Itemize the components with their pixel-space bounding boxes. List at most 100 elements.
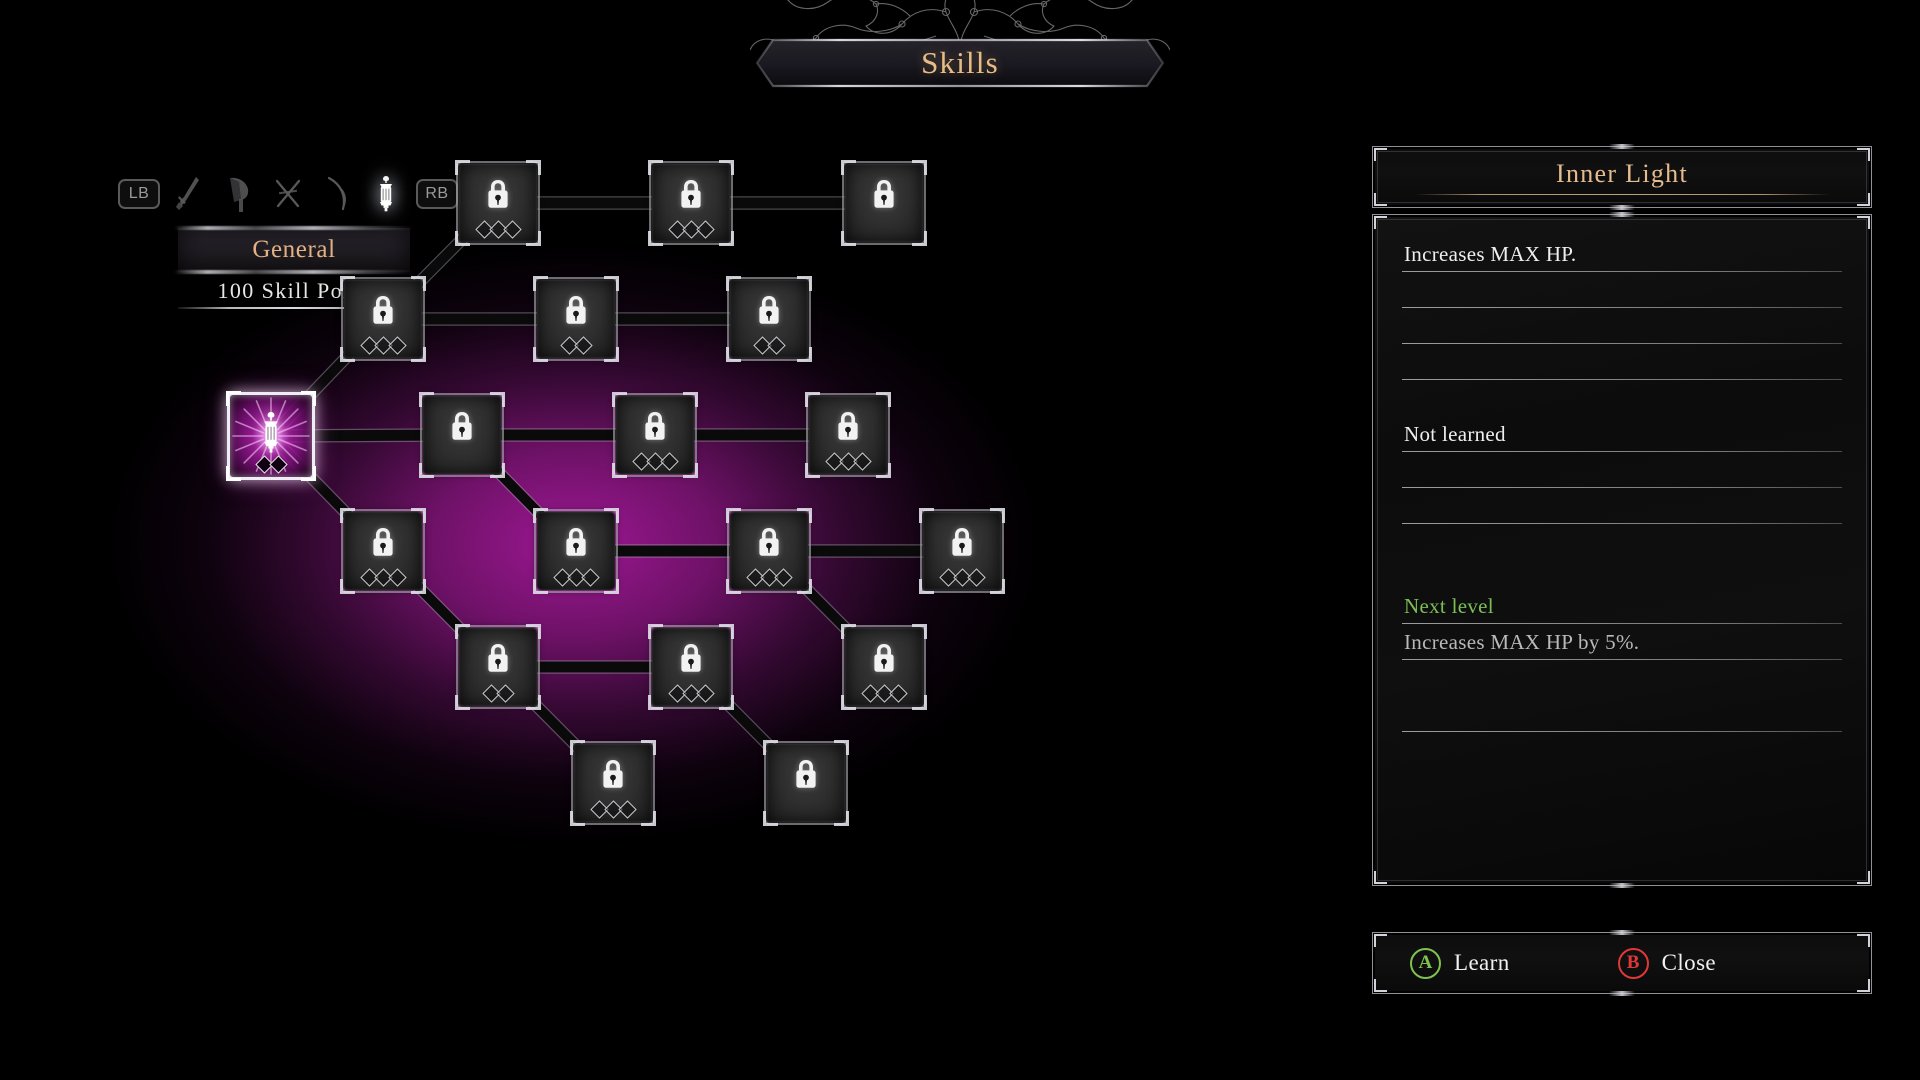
node-corner-tr (411, 276, 426, 291)
skill-node-r4c3[interactable] (726, 508, 812, 594)
skill-node-r2c1[interactable] (340, 276, 426, 362)
skill-description: Increases MAX HP. (1404, 242, 1577, 266)
skill-node-r5c2[interactable] (648, 624, 734, 710)
tier-diamond (773, 568, 793, 587)
node-corner-tr (876, 392, 891, 407)
lock-icon (600, 759, 626, 789)
node-corner-tl (648, 160, 663, 175)
skill-node-r3c2[interactable] (612, 392, 698, 478)
blank-line (1402, 696, 1842, 732)
close-button[interactable]: B Close (1617, 947, 1717, 979)
node-corner-tl (340, 276, 355, 291)
lock-icon (678, 643, 704, 673)
node-corner-br (912, 231, 927, 246)
body-panel-nub-top (1609, 212, 1635, 217)
skill-name: Inner Light (1556, 159, 1688, 188)
node-corner-br (834, 811, 849, 826)
tier-diamond (966, 568, 986, 587)
skill-node-r2c2[interactable] (533, 276, 619, 362)
node-tier-indicator (537, 336, 615, 355)
tier-diamond (573, 336, 593, 355)
next-level-effect-line: Increases MAX HP by 5%. (1402, 624, 1842, 660)
skill-node-r5c3[interactable] (841, 624, 927, 710)
tier-diamond (766, 336, 786, 355)
skill-node-r1c1[interactable] (455, 160, 541, 246)
node-tier-indicator (230, 455, 312, 474)
a-button-icon: A (1410, 947, 1441, 979)
tier-diamond (387, 336, 407, 355)
skill-node-r6c2[interactable] (763, 740, 849, 826)
b-button-icon: B (1617, 947, 1649, 979)
node-corner-br (490, 463, 505, 478)
node-corner-tl (612, 392, 627, 407)
node-tier-indicator (809, 452, 887, 471)
node-corner-tl (455, 160, 470, 175)
lock-icon (871, 643, 897, 673)
node-tier-indicator (459, 684, 537, 703)
skill-status-line: Not learned (1402, 416, 1842, 452)
learn-button[interactable]: A Learn (1410, 947, 1510, 979)
skill-name-underline (1414, 194, 1830, 195)
node-corner-tl (570, 740, 585, 755)
node-corner-tl (726, 276, 741, 291)
node-tier-indicator (616, 452, 694, 471)
node-corner-tr (526, 160, 541, 175)
close-button-label: Close (1661, 950, 1717, 975)
rule (1402, 659, 1842, 660)
node-corner-tl (763, 740, 778, 755)
node-corner-tr (719, 624, 734, 639)
lock-icon (370, 527, 396, 557)
node-corner-tl (455, 624, 470, 639)
next-level-line: Next level (1402, 588, 1842, 624)
tier-diamond (387, 568, 407, 587)
node-tier-indicator (730, 336, 808, 355)
lock-icon (756, 527, 782, 557)
lock-icon (871, 179, 897, 209)
skill-node-r5c1[interactable] (455, 624, 541, 710)
node-tier-indicator (652, 684, 730, 703)
skill-node-root[interactable] (226, 391, 316, 481)
blank-line (1402, 344, 1842, 380)
body-panel-nub-bottom (1609, 883, 1635, 888)
blank-line (1402, 308, 1842, 344)
node-tier-indicator (537, 568, 615, 587)
node-corner-tr (604, 508, 619, 523)
node-corner-tr (990, 508, 1005, 523)
skill-node-r2c3[interactable] (726, 276, 812, 362)
node-corner-tl (340, 508, 355, 523)
node-corner-bl (763, 811, 778, 826)
skill-node-r6c1[interactable] (570, 740, 656, 826)
skill-info-body-panel: Increases MAX HP. Not learned Next level… (1372, 212, 1872, 888)
skill-node-r1c2[interactable] (648, 160, 734, 246)
node-corner-tl (841, 624, 856, 639)
node-corner-tl (841, 160, 856, 175)
skill-node-r1c3[interactable] (841, 160, 927, 246)
skill-node-r4c4[interactable] (919, 508, 1005, 594)
tier-diamond (852, 452, 872, 471)
skill-node-r3c3[interactable] (805, 392, 891, 478)
blank-line (1402, 488, 1842, 524)
node-corner-tr (797, 276, 812, 291)
node-corner-tl (648, 624, 663, 639)
node-corner-bl (841, 231, 856, 246)
node-corner-tr (834, 740, 849, 755)
skills-screen: Skills LB RB General 100 Skill Point Inn… (0, 0, 1920, 1080)
skill-node-r3c1[interactable] (419, 392, 505, 478)
skill-node-r4c1[interactable] (340, 508, 426, 594)
node-tier-indicator (845, 684, 923, 703)
skill-info-content: Increases MAX HP. Not learned Next level… (1402, 236, 1842, 868)
node-corner-tl (919, 508, 934, 523)
skill-node-r4c2[interactable] (533, 508, 619, 594)
node-corner-tr (912, 160, 927, 175)
status-badge: Not learned (1404, 422, 1506, 446)
lantern-icon (256, 411, 286, 455)
lock-icon (485, 179, 511, 209)
node-corner-tr (912, 624, 927, 639)
body-panel-corner-tl (1374, 216, 1387, 229)
node-corner-tl (726, 508, 741, 523)
tier-diamond (502, 220, 522, 239)
node-corner-tl (805, 392, 820, 407)
